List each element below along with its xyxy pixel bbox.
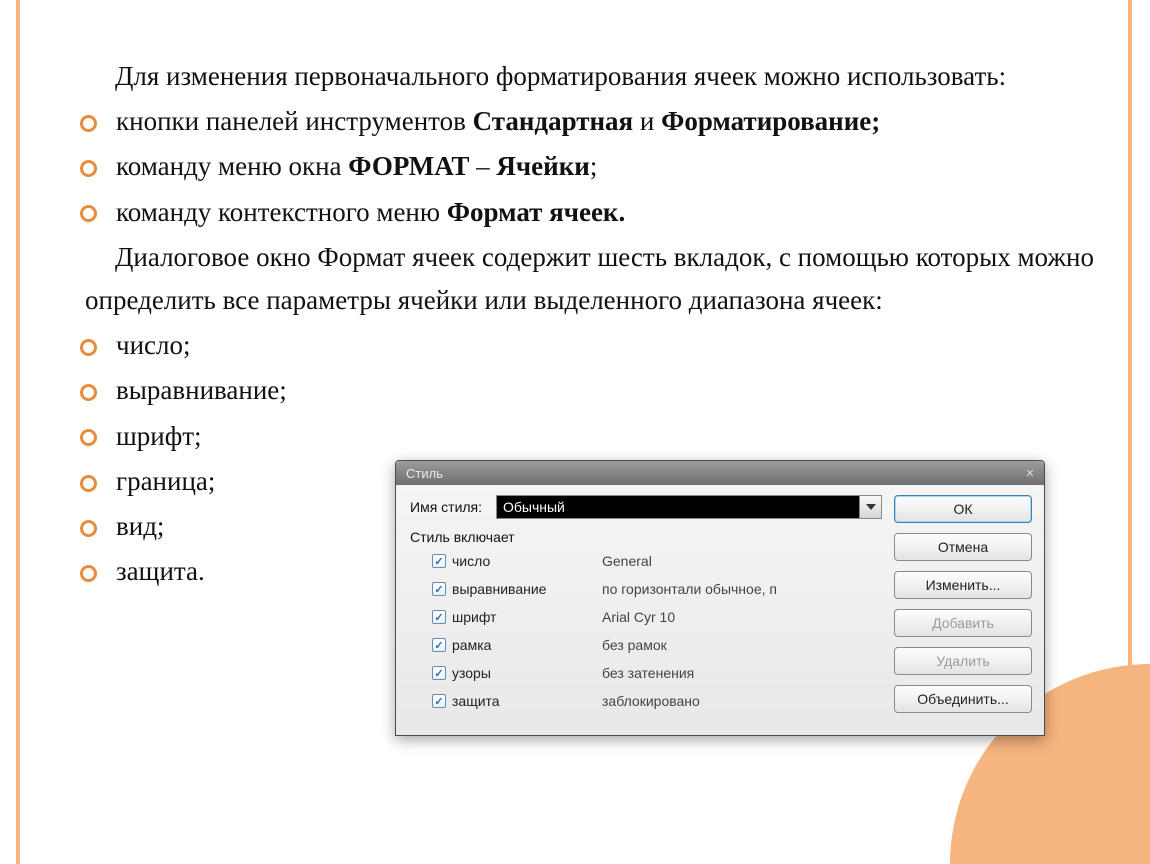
chevron-down-icon[interactable] xyxy=(860,495,882,519)
dialog-left-pane: Имя стиля: Обычный Стиль включает число … xyxy=(410,495,882,723)
list-item: выравнивание; xyxy=(80,369,1110,412)
style-name-combo[interactable]: Обычный xyxy=(496,495,882,519)
check-number-value: General xyxy=(602,553,882,569)
check-pattern-value: без затенения xyxy=(602,665,882,681)
checkbox-icon xyxy=(432,694,446,708)
intro-text: Для изменения первоначального форматиров… xyxy=(85,55,1110,98)
check-number[interactable]: число xyxy=(432,553,602,569)
checkbox-icon xyxy=(432,666,446,680)
style-dialog: Стиль ✕ Имя стиля: Обычный Стиль включае… xyxy=(395,460,1045,736)
slide-left-rule xyxy=(16,0,20,864)
list-item: команду контекстного меню Формат ячеек. xyxy=(80,191,1110,234)
check-font-value: Arial Cyr 10 xyxy=(602,609,882,625)
dialog-button-column: ОК Отмена Изменить... Добавить Удалить О… xyxy=(882,495,1032,723)
list-item: шрифт; xyxy=(80,415,1110,458)
check-protection-value: заблокировано xyxy=(602,693,882,709)
merge-button[interactable]: Объединить... xyxy=(894,685,1032,713)
checkbox-icon xyxy=(432,638,446,652)
dialog-title: Стиль xyxy=(406,466,443,481)
para2-text: Диалоговое окно Формат ячеек содержит ше… xyxy=(85,236,1110,322)
close-icon[interactable]: ✕ xyxy=(1022,465,1038,481)
slide-right-rule xyxy=(1128,0,1132,864)
group-label: Стиль включает xyxy=(410,529,882,545)
check-border[interactable]: рамка xyxy=(432,637,602,653)
check-alignment[interactable]: выравнивание xyxy=(432,581,602,597)
check-border-value: без рамок xyxy=(602,637,882,653)
check-alignment-value: по горизонтали обычное, п xyxy=(602,581,882,597)
bullet-list-1: кнопки панелей инструментов Стандартная … xyxy=(80,100,1110,234)
cancel-button[interactable]: Отмена xyxy=(894,533,1032,561)
checkbox-icon xyxy=(432,610,446,624)
check-pattern[interactable]: узоры xyxy=(432,665,602,681)
dialog-body: Имя стиля: Обычный Стиль включает число … xyxy=(396,485,1044,735)
check-font[interactable]: шрифт xyxy=(432,609,602,625)
check-grid: число General выравнивание по горизонтал… xyxy=(410,553,882,709)
list-item: число; xyxy=(80,324,1110,367)
dialog-titlebar[interactable]: Стиль ✕ xyxy=(396,461,1044,485)
checkbox-icon xyxy=(432,554,446,568)
checkbox-icon xyxy=(432,582,446,596)
check-protection[interactable]: защита xyxy=(432,693,602,709)
modify-button[interactable]: Изменить... xyxy=(894,571,1032,599)
style-name-input[interactable]: Обычный xyxy=(496,495,860,519)
list-item: кнопки панелей инструментов Стандартная … xyxy=(80,100,1110,143)
style-name-label: Имя стиля: xyxy=(410,499,484,515)
ok-button[interactable]: ОК xyxy=(894,495,1032,523)
add-button[interactable]: Добавить xyxy=(894,609,1032,637)
list-item: команду меню окна ФОРМАТ – Ячейки; xyxy=(80,145,1110,188)
delete-button[interactable]: Удалить xyxy=(894,647,1032,675)
